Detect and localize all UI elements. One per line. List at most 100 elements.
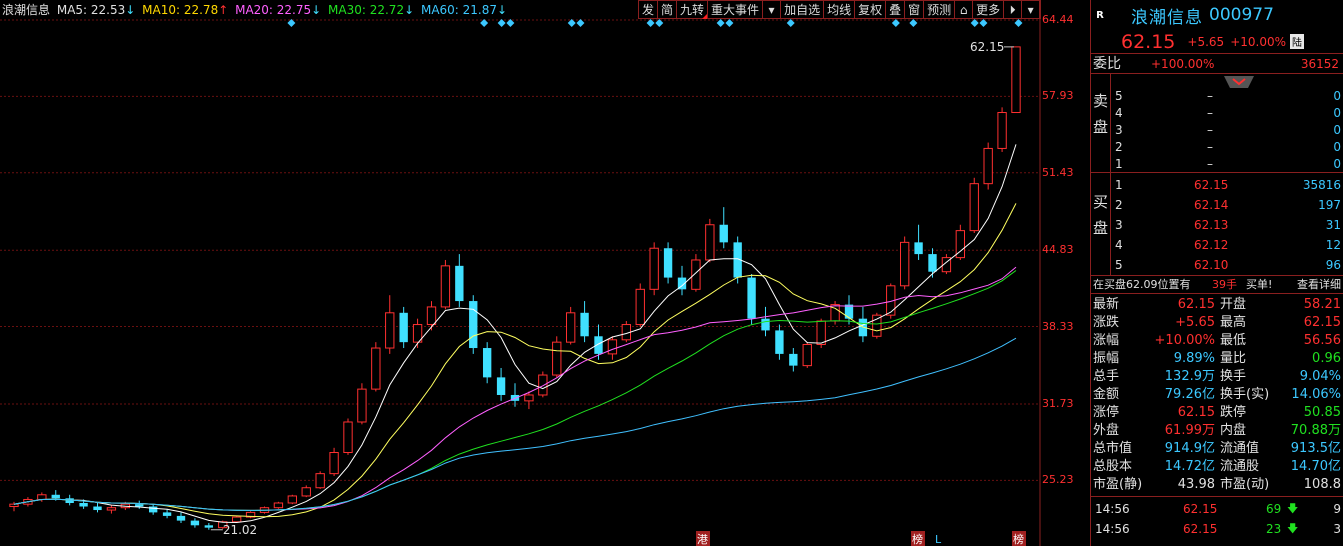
bid-level-row[interactable]: 1 62.15 35816 <box>1112 175 1343 195</box>
bid-level-price: 62.13 <box>1194 218 1229 232</box>
toolbar-events-dropdown-icon[interactable]: ▾ <box>763 1 782 19</box>
view-detail-link[interactable]: 查看详细 <box>1297 276 1341 294</box>
toolbar-ma-button[interactable]: 均线 <box>824 1 856 19</box>
bid-level-row[interactable]: 4 62.12 12 <box>1112 235 1343 255</box>
candle-body <box>385 312 395 349</box>
stat-row: 总手 132.9万 换手 9.04% <box>1091 368 1343 386</box>
candle-body <box>455 265 464 302</box>
stat-value-right: 56.56 <box>1303 333 1341 348</box>
stat-label-left: 振幅 <box>1093 351 1120 366</box>
stat-label-right: 开盘 <box>1220 297 1247 312</box>
stat-value-left: 79.26亿 <box>1164 387 1215 402</box>
bid-level-volume: 96 <box>1325 258 1341 272</box>
tick-row[interactable]: 14:56 62.15 69 🡇 9 <box>1091 499 1343 519</box>
stat-value-right: 9.04% <box>1299 369 1341 384</box>
tick-row[interactable]: 14:56 62.15 23 🡇 3 <box>1091 519 1343 539</box>
ask-level-row[interactable]: 1 – 0 <box>1112 156 1343 173</box>
bid-level-index: 1 <box>1115 178 1123 192</box>
bottom-marker-label[interactable]: 榜 <box>912 532 923 546</box>
weibi-label: 委比 <box>1093 56 1121 72</box>
bottom-marker-label[interactable]: L <box>935 533 942 546</box>
ma60-label: MA60: 21.87 <box>420 3 498 17</box>
stat-label-right: 流通股 <box>1220 459 1260 474</box>
sell-side-label: 卖盘 <box>1091 74 1111 173</box>
candle-body <box>315 473 325 489</box>
bid-book: 买盘 1 62.15 35816 2 62.14 197 3 62.13 31 4 62.12 12 5… <box>1091 173 1343 276</box>
candle-body <box>357 388 367 423</box>
kline-chart[interactable]: 62.1521.02港榜 L 榜 <box>0 0 1090 546</box>
stat-value-right: 58.21 <box>1303 297 1341 312</box>
bottom-marker-label[interactable]: 港 <box>697 533 708 546</box>
toolbar-window-button[interactable]: 窗 <box>905 1 925 19</box>
bid-level-price: 62.14 <box>1194 198 1229 212</box>
tick-list[interactable]: 14:56 62.15 69 🡇 9 14:56 62.15 23 🡇 3 <box>1091 497 1343 539</box>
collapse-chevron-icon[interactable] <box>1224 76 1254 88</box>
bid-level-row[interactable]: 2 62.14 197 <box>1112 195 1343 215</box>
candle-body <box>287 495 298 504</box>
stat-value-left: 132.9万 <box>1164 369 1215 384</box>
bid-level-volume: 31 <box>1325 218 1341 232</box>
toolbar-collapse-icon[interactable]: ⏵ <box>1004 1 1023 19</box>
toolbar-overlay-button[interactable]: 叠 <box>886 1 906 19</box>
bid-level-row[interactable]: 5 62.10 96 <box>1112 255 1343 275</box>
weibi-value: +100.00% <box>1151 57 1215 71</box>
toolbar-major-events-button[interactable]: 重大事件 <box>708 1 764 19</box>
candle-body <box>301 487 311 497</box>
candle-body <box>79 502 88 507</box>
toolbar-add-watchlist-button[interactable]: 加自选 <box>781 1 825 19</box>
ma60-arrow-icon: ↓ <box>497 3 508 17</box>
candle-body <box>148 506 158 513</box>
bid-level-volume: 197 <box>1318 198 1341 212</box>
ask-level-row[interactable]: 5 – 0 <box>1112 88 1343 105</box>
bid-level-price: 62.10 <box>1194 258 1229 272</box>
y-tick-label: 25.23 <box>1042 473 1074 487</box>
ask-level-row[interactable]: 4 – 0 <box>1112 105 1343 122</box>
stat-value-left: +5.65 <box>1175 315 1215 330</box>
bid-level-row[interactable]: 3 62.13 31 <box>1112 215 1343 235</box>
ask-level-row[interactable]: 2 – 0 <box>1112 139 1343 156</box>
stock-name[interactable]: 浪潮信息 <box>1131 3 1203 28</box>
stat-value-right: 70.88万 <box>1290 423 1341 438</box>
toolbar-fa-button[interactable]: 发 <box>639 1 659 19</box>
ask-level-price: – <box>1207 106 1213 120</box>
ask-level-index: 5 <box>1115 89 1123 103</box>
stat-label-right: 最高 <box>1220 315 1247 330</box>
toolbar-menu-dropdown-icon[interactable]: ▾ <box>1022 1 1041 19</box>
candle-body <box>802 344 812 367</box>
ask-level-price: – <box>1207 89 1213 103</box>
stat-value-right: 50.85 <box>1303 405 1341 420</box>
stat-row: 金额 79.26亿 换手(实) 14.06% <box>1091 386 1343 404</box>
ma20-arrow-icon: ↓ <box>311 3 322 17</box>
candle-body <box>705 224 715 261</box>
bottom-marker-label[interactable]: 榜 <box>1013 532 1024 546</box>
toolbar-jian-button[interactable]: 简 <box>658 1 678 19</box>
stat-label-right: 内盘 <box>1220 423 1247 438</box>
candle-body <box>65 498 74 503</box>
toolbar-jiuzhuan-button[interactable]: 九转 <box>677 1 709 19</box>
toolbar-adjust-button[interactable]: 复权 <box>855 1 887 19</box>
stat-label-right: 换手 <box>1220 369 1247 384</box>
stat-value-right: 913.5亿 <box>1290 441 1341 456</box>
buy-side-label: 买盘 <box>1091 173 1111 276</box>
stat-value-left: 9.89% <box>1173 351 1215 366</box>
ask-level-volume: 0 <box>1333 89 1341 103</box>
kline-chart-area[interactable]: 62.15 21.02 港榜 L 榜 浪潮信息 MA5: 22.53↓ MA10: 22… <box>0 0 1090 546</box>
candle-body <box>928 254 937 272</box>
toolbar-home-icon[interactable]: ⌂ <box>955 1 974 19</box>
candle-body <box>273 502 284 509</box>
stat-value-left: 62.15 <box>1177 297 1215 312</box>
candle-body <box>162 512 172 516</box>
toolbar-more-button[interactable]: 更多 <box>973 1 1005 19</box>
candle-body <box>496 377 506 395</box>
candle-body <box>538 374 548 396</box>
ask-level-row[interactable]: 3 – 0 <box>1112 122 1343 139</box>
bid-level-volume: 12 <box>1325 238 1341 252</box>
ma20-label: MA20: 22.75 <box>235 3 312 17</box>
stock-code[interactable]: 000977 <box>1209 5 1274 25</box>
stat-value-left: 43.98 <box>1177 477 1215 492</box>
candle-body <box>426 306 437 326</box>
stat-value-right: 14.70亿 <box>1290 459 1341 474</box>
toolbar-forecast-button[interactable]: 预测 <box>924 1 956 19</box>
ask-level-volume: 0 <box>1333 140 1341 154</box>
price-change-pct: +10.00% <box>1230 34 1286 49</box>
